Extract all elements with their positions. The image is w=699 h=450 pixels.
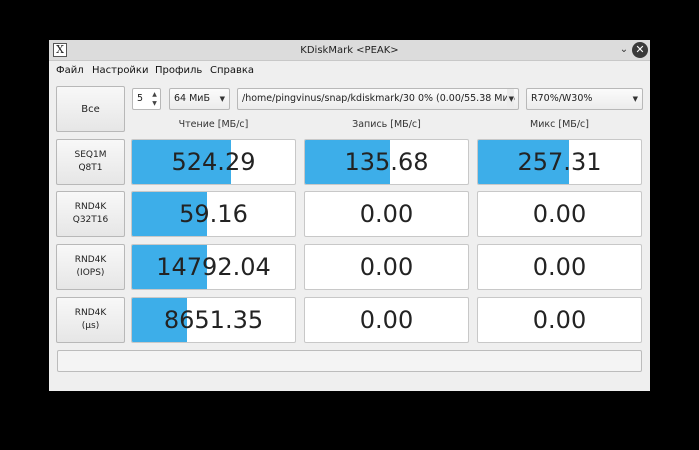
kdiskmark-window: X KDiskMark <PEAK> ⌄ ✕ Файл Настройки Пр… xyxy=(49,40,650,391)
size-value: 64 МиБ xyxy=(174,93,210,104)
menu-profile[interactable]: Профиль xyxy=(155,61,202,81)
spin-up-icon[interactable]: ▲ xyxy=(150,90,159,99)
result-read: 59.16 xyxy=(131,191,296,237)
result-mix: 0.00 xyxy=(477,297,642,343)
test-label-line1: RND4K xyxy=(74,202,107,212)
mix-header: Микс [МБ/с] xyxy=(530,119,589,130)
result-write: 0.00 xyxy=(304,191,469,237)
result-value: 8651.35 xyxy=(163,306,264,334)
result-value: 0.00 xyxy=(359,306,414,334)
result-value: 135.68 xyxy=(344,148,429,176)
runs-value: 5 xyxy=(137,93,144,104)
test-label-line2: Q8T1 xyxy=(78,163,103,173)
run-all-button[interactable]: Все xyxy=(56,86,125,132)
result-value: 0.00 xyxy=(359,200,414,228)
chevron-down-icon: ▼ xyxy=(632,95,638,103)
spin-down-icon[interactable]: ▼ xyxy=(150,99,159,108)
run-all-label: Все xyxy=(81,103,100,115)
target-path-select[interactable]: /home/pingvinus/snap/kdiskmark/30 0% (0.… xyxy=(237,88,519,110)
result-write: 135.68 xyxy=(304,139,469,185)
menu-help[interactable]: Справка xyxy=(210,61,254,81)
runs-spinbox[interactable]: 5 ▲ ▼ xyxy=(132,88,161,110)
test-label-line2: (IOPS) xyxy=(76,268,105,278)
menu-bar: Файл Настройки Профиль Справка xyxy=(49,61,650,81)
test-rnd4k-latency-button[interactable]: RND4K (µs) xyxy=(56,297,125,343)
result-value: 59.16 xyxy=(179,200,248,228)
test-seq1m-q8t1-button[interactable]: SEQ1M Q8T1 xyxy=(56,139,125,185)
window-title: KDiskMark <PEAK> xyxy=(300,45,399,56)
close-icon[interactable]: ✕ xyxy=(632,42,648,58)
result-mix: 0.00 xyxy=(477,191,642,237)
result-value: 14792.04 xyxy=(156,253,271,281)
chevron-down-icon: ▼ xyxy=(219,95,225,103)
result-value: 524.29 xyxy=(171,148,256,176)
result-read: 524.29 xyxy=(131,139,296,185)
size-select[interactable]: 64 МиБ ▼ xyxy=(169,88,230,110)
result-write: 0.00 xyxy=(304,297,469,343)
result-mix: 0.00 xyxy=(477,244,642,290)
menu-settings[interactable]: Настройки xyxy=(92,61,148,81)
chevron-down-icon: ▼ xyxy=(506,89,514,109)
test-label-line1: RND4K xyxy=(74,255,107,265)
result-read: 8651.35 xyxy=(131,297,296,343)
result-write: 0.00 xyxy=(304,244,469,290)
result-value: 0.00 xyxy=(532,253,587,281)
test-label-line1: RND4K xyxy=(74,308,107,318)
target-path-value: /home/pingvinus/snap/kdiskmark/30 0% (0.… xyxy=(242,93,516,104)
read-header: Чтение [МБ/с] xyxy=(178,119,249,130)
test-label-line1: SEQ1M xyxy=(74,150,107,160)
mix-select[interactable]: R70%/W30% ▼ xyxy=(526,88,643,110)
result-read: 14792.04 xyxy=(131,244,296,290)
result-value: 0.00 xyxy=(532,200,587,228)
mix-value: R70%/W30% xyxy=(531,93,593,104)
chevron-down-icon[interactable]: ⌄ xyxy=(617,42,631,58)
result-value: 0.00 xyxy=(532,306,587,334)
test-label-line2: Q32T16 xyxy=(72,215,109,225)
title-bar[interactable]: X KDiskMark <PEAK> ⌄ ✕ xyxy=(49,40,650,61)
write-header: Запись [МБ/с] xyxy=(352,119,421,130)
status-bar[interactable] xyxy=(57,350,642,372)
test-rnd4k-q32t16-button[interactable]: RND4K Q32T16 xyxy=(56,191,125,237)
result-value: 0.00 xyxy=(359,253,414,281)
test-rnd4k-iops-button[interactable]: RND4K (IOPS) xyxy=(56,244,125,290)
result-value: 257.31 xyxy=(517,148,602,176)
test-label-line2: (µs) xyxy=(81,321,100,331)
menu-file[interactable]: Файл xyxy=(56,61,84,81)
result-mix: 257.31 xyxy=(477,139,642,185)
